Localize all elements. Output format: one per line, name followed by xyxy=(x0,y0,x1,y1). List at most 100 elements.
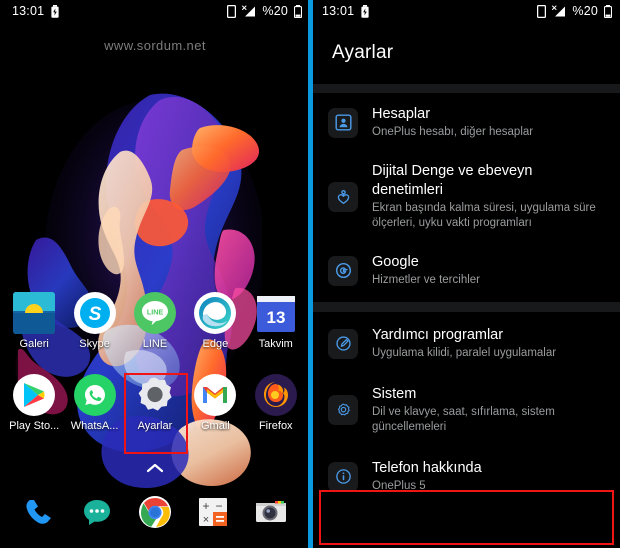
app-label: Gmail xyxy=(200,420,230,432)
line-icon: LINE xyxy=(133,292,176,334)
settings-item-yardimci-programlar[interactable]: Yardımcı programlar Uygulama kilidi, par… xyxy=(310,312,620,375)
svg-text:S: S xyxy=(88,304,101,325)
system-gear-icon xyxy=(328,395,358,425)
phone-icon xyxy=(26,500,51,524)
settings-item-hesaplar[interactable]: Hesaplar OnePlus hesabı, diğer hesaplar xyxy=(310,93,620,150)
status-right-icons: %20 xyxy=(227,4,302,18)
settings-item-google[interactable]: Google Hizmetler ve tercihler xyxy=(310,241,620,302)
status-time: 13:01 xyxy=(12,4,45,18)
camera-icon xyxy=(256,501,286,522)
settings-item-telefon-hakkinda[interactable]: Telefon hakkında OnePlus 5 xyxy=(310,447,620,506)
chevron-up-icon xyxy=(146,463,164,473)
settings-item-subtitle: OnePlus hesabı, diğer hesaplar xyxy=(372,126,534,138)
app-label: Play Sto... xyxy=(9,420,60,432)
battery-charging-icon xyxy=(51,4,59,18)
app-line[interactable]: LINE LINE xyxy=(126,292,184,350)
skype-icon: S xyxy=(73,292,116,334)
app-edge[interactable]: Edge xyxy=(186,292,244,350)
status-bar-left: 13:01 %20 xyxy=(0,0,310,22)
settings-item-subtitle: Hizmetler ve tercihler xyxy=(372,274,480,286)
app-ayarlar[interactable]: Ayarlar xyxy=(126,374,184,432)
settings-item-dijital-denge[interactable]: Dijital Denge ve ebeveyn denetimleri Ekr… xyxy=(310,150,620,241)
svg-text:LINE: LINE xyxy=(147,308,164,317)
app-label: WhatsA... xyxy=(70,420,119,432)
edge-icon xyxy=(194,292,237,334)
settings-item-subtitle: Dil ve klavye, saat, sıfırlama, sistem g… xyxy=(372,406,555,433)
gmail-icon xyxy=(194,374,237,416)
svg-text:+: + xyxy=(202,499,209,513)
settings-item-title: Google xyxy=(372,254,419,270)
left-phone-homescreen: 13:01 %20 www.sordum.net Galeri S Skype … xyxy=(0,0,310,548)
settings-item-subtitle: OnePlus 5 xyxy=(372,480,426,492)
app-play-store[interactable]: Play Sto... xyxy=(5,374,63,432)
settings-item-text: Telefon hakkında OnePlus 5 xyxy=(372,459,488,494)
svg-text:−: − xyxy=(215,499,222,513)
status-time: 13:01 xyxy=(322,4,355,18)
info-circle-icon xyxy=(328,461,358,492)
dual-phone-screenshot: 13:01 %20 www.sordum.net Galeri S Skype … xyxy=(0,0,620,548)
left-edge-strip xyxy=(0,0,3,548)
sim-card-icon xyxy=(227,4,237,18)
settings-item-text: Yardımcı programlar Uygulama kilidi, par… xyxy=(372,326,562,361)
google-g-icon xyxy=(328,255,358,286)
settings-item-text: Sistem Dil ve klavye, saat, sıfırlama, s… xyxy=(372,385,606,435)
gallery-icon xyxy=(13,292,56,334)
app-label: Skype xyxy=(79,338,110,350)
settings-item-sistem[interactable]: Sistem Dil ve klavye, saat, sıfırlama, s… xyxy=(310,375,620,447)
signal-no-service-icon xyxy=(552,5,566,16)
app-skype[interactable]: S Skype xyxy=(66,292,124,350)
settings-item-text: Dijital Denge ve ebeveyn denetimleri Ekr… xyxy=(372,162,606,231)
app-label: LINE xyxy=(142,338,168,350)
status-left-icons xyxy=(51,4,59,18)
app-gmail[interactable]: Gmail xyxy=(186,374,244,432)
calendar-icon: 13 xyxy=(255,292,297,334)
settings-item-title: Telefon hakkında xyxy=(372,460,482,476)
battery-low-icon xyxy=(604,4,612,18)
calendar-day-number: 13 xyxy=(266,308,285,327)
app-galeri[interactable]: Galeri xyxy=(5,292,63,350)
dock-item-calculator[interactable]: + − × xyxy=(191,490,235,534)
chrome-icon xyxy=(139,496,171,528)
utilities-icon xyxy=(328,328,358,359)
settings-item-subtitle: Ekran başında kalma süresi, uygulama sür… xyxy=(372,202,596,229)
app-label: Edge xyxy=(202,338,229,350)
dock-item-phone[interactable] xyxy=(17,490,61,534)
app-whatsapp[interactable]: WhatsA... xyxy=(66,374,124,432)
section-divider-top xyxy=(310,84,620,93)
settings-item-subtitle: Uygulama kilidi, paralel uygulamalar xyxy=(372,347,557,359)
app-row-2: Play Sto... WhatsA... Ayarlar Gmail Fire… xyxy=(0,374,310,432)
site-watermark: www.sordum.net xyxy=(104,38,206,53)
calculator-icon: + − × xyxy=(199,498,227,526)
dock: + − × xyxy=(0,490,310,534)
settings-item-title: Sistem xyxy=(372,386,417,402)
dock-item-camera[interactable] xyxy=(249,490,293,534)
app-label: Takvim xyxy=(258,338,293,350)
sim-card-icon xyxy=(537,4,547,18)
dock-item-messages[interactable] xyxy=(75,490,119,534)
status-bar-right: 13:01 %20 xyxy=(310,0,620,22)
account-box-icon xyxy=(328,107,358,138)
settings-header: Ayarlar xyxy=(310,22,620,84)
panel-divider xyxy=(308,0,313,548)
firefox-icon xyxy=(254,374,297,416)
settings-list: Hesaplar OnePlus hesabı, diğer hesaplar … xyxy=(310,93,620,506)
section-divider-mid xyxy=(310,302,620,312)
digital-wellbeing-icon xyxy=(328,181,358,212)
status-right-icons: %20 xyxy=(537,4,612,18)
settings-item-title: Dijital Denge ve ebeveyn denetimleri xyxy=(372,163,533,198)
right-phone-settings: 13:01 %20 Ayarlar Hesaplar OnePlus hesab… xyxy=(310,0,620,548)
svg-text:×: × xyxy=(203,514,209,526)
app-label: Galeri xyxy=(19,338,49,350)
app-drawer-handle[interactable] xyxy=(0,462,310,474)
app-label: Ayarlar xyxy=(137,420,173,432)
dock-item-chrome[interactable] xyxy=(133,490,177,534)
signal-no-service-icon xyxy=(242,5,256,16)
whatsapp-icon xyxy=(73,374,116,416)
app-firefox[interactable]: Firefox xyxy=(247,374,305,432)
settings-item-text: Hesaplar OnePlus hesabı, diğer hesaplar xyxy=(372,105,539,140)
battery-charging-icon xyxy=(361,4,369,18)
play-store-icon xyxy=(13,374,56,416)
app-takvim[interactable]: 13 Takvim xyxy=(247,292,305,350)
status-left-icons xyxy=(361,4,369,18)
page-title: Ayarlar xyxy=(332,42,394,63)
